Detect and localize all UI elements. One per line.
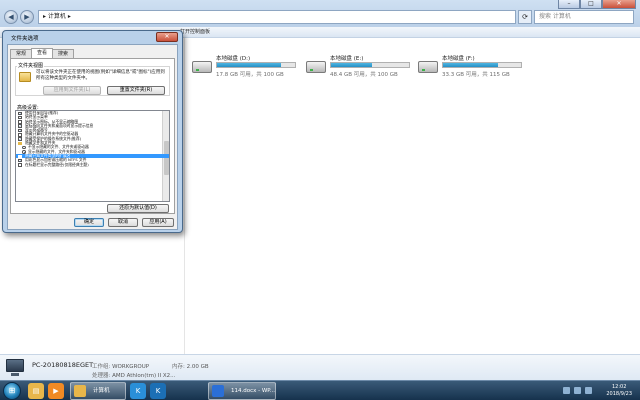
back-button[interactable]: ◀: [4, 10, 18, 24]
volume-icon[interactable]: [574, 387, 581, 394]
close-button[interactable]: ✕: [602, 0, 636, 9]
ok-button[interactable]: 确定: [74, 218, 104, 227]
drive-name: 本地磁盘 (E:): [330, 56, 364, 62]
pinned-explorer-icon[interactable]: ▤: [28, 383, 44, 399]
computer-icon: [6, 359, 24, 376]
address-bar[interactable]: ▸ 计算机 ▸: [38, 10, 516, 24]
advanced-setting-label: 在标题栏显示完整路径(仅限经典主题): [25, 161, 89, 167]
dialog-tabs: 常规 查看 搜索: [10, 48, 75, 58]
flag-icon[interactable]: [585, 387, 592, 394]
memory-key: 内存:: [172, 364, 185, 370]
memory-info: 内存: 2.00 GB: [172, 362, 209, 370]
maximize-button[interactable]: □: [580, 0, 602, 9]
apply-to-folders-button[interactable]: 应用到文件夹(L): [43, 86, 101, 95]
advanced-settings-list[interactable]: ✓ 使用共享向导(推荐) 始终显示菜单 始终显示图标，从不显示缩略图 ✓ 鼠标指向文件夹和…: [15, 110, 170, 202]
minimize-button[interactable]: –: [558, 0, 580, 9]
drive-usage-bar: [330, 62, 410, 68]
clock[interactable]: 12:02 2018/9/23: [606, 384, 632, 398]
drive-space: 33.3 GB 可用，共 115 GB: [442, 72, 510, 78]
details-pane: PC-20180818EGET 工作组: WORKGROUP 内存: 2.00 …: [0, 354, 640, 380]
reset-folders-button[interactable]: 重置文件夹(R): [107, 86, 165, 95]
taskbar-item-label: 114.docx - WP...: [231, 388, 276, 394]
drive-name: 本地磁盘 (F:): [442, 56, 475, 62]
checkbox[interactable]: [18, 163, 22, 167]
drive-space: 17.8 GB 可用，共 100 GB: [216, 72, 284, 78]
folder-views-title: 文件夹视图: [17, 62, 45, 69]
taskbar-item-wps[interactable]: 114.docx - WP...: [208, 382, 276, 400]
restore-defaults-button[interactable]: 还原为默认值(D): [107, 204, 169, 213]
taskbar: ⊞ ▤ ▶ K K 计算机 114.docx - WP... 12:02 2018/9…: [0, 380, 640, 400]
window-controls: – □ ✕: [558, 0, 636, 9]
folder-icon: [74, 385, 86, 397]
system-tray: [563, 387, 592, 394]
tab-search[interactable]: 搜索: [52, 49, 75, 58]
tab-general[interactable]: 常规: [10, 49, 33, 58]
dialog-title: 文件夹选项: [11, 36, 39, 42]
cpu-info: 处理器: AMD Athlon(tm) II X2...: [92, 371, 175, 379]
drive-f[interactable]: 本地磁盘 (F:) 33.3 GB 可用，共 115 GB: [416, 52, 531, 86]
drive-space: 48.4 GB 可用，共 100 GB: [330, 72, 398, 78]
pinned-kugou-icon[interactable]: K: [130, 383, 146, 399]
clock-date: 2018/9/23: [606, 391, 632, 397]
taskbar-item-label: 计算机: [93, 388, 110, 394]
cpu-key: 处理器:: [92, 373, 111, 379]
open-control-panel-button[interactable]: 打开控制面板: [180, 29, 210, 35]
dialog-body: 常规 查看 搜索 文件夹视图 可以将该文件夹正在使用的视图(例如"详细信息"或"…: [7, 44, 178, 230]
drive-e[interactable]: 本地磁盘 (E:) 48.4 GB 可用，共 100 GB: [304, 52, 419, 86]
drive-name: 本地磁盘 (D:): [216, 56, 251, 62]
clock-time: 12:02: [611, 384, 627, 390]
folder-options-dialog: 文件夹选项 ✕ 常规 查看 搜索 文件夹视图 可以将该文件夹正在使用的视图(例如…: [2, 30, 183, 233]
pinned-kugou-2-icon[interactable]: K: [150, 383, 166, 399]
cancel-button[interactable]: 取消: [108, 218, 138, 227]
workgroup-info: 工作组: WORKGROUP: [92, 362, 149, 370]
drive-usage-bar: [442, 62, 522, 68]
folder-icon: [19, 72, 31, 82]
hard-drive-icon: [306, 61, 326, 73]
dialog-close-button[interactable]: ✕: [156, 32, 178, 42]
workgroup-value: WORKGROUP: [112, 364, 150, 370]
document-icon: [212, 385, 224, 397]
view-tab-panel: 文件夹视图 可以将该文件夹正在使用的视图(例如"详细信息"或"图标")应用到所有…: [10, 58, 175, 214]
folder-views-description: 可以将该文件夹正在使用的视图(例如"详细信息"或"图标")应用到所有这种类型的文…: [36, 70, 165, 81]
cpu-value: AMD Athlon(tm) II X2...: [112, 373, 176, 379]
start-button[interactable]: ⊞: [3, 382, 21, 400]
workgroup-key: 工作组:: [92, 364, 111, 370]
hard-drive-icon: [192, 61, 212, 73]
refresh-button[interactable]: ⟳: [518, 10, 532, 24]
apply-button[interactable]: 应用(A): [142, 218, 174, 227]
advanced-setting-item[interactable]: 在标题栏显示完整路径(仅限经典主题): [16, 161, 169, 167]
drive-usage-bar: [216, 62, 296, 68]
computer-name: PC-20180818EGET: [32, 361, 94, 369]
drive-d[interactable]: 本地磁盘 (D:) 17.8 GB 可用，共 100 GB: [190, 52, 305, 86]
pinned-media-player-icon[interactable]: ▶: [48, 383, 64, 399]
forward-button[interactable]: ▶: [20, 10, 34, 24]
network-icon[interactable]: [563, 387, 570, 394]
search-input[interactable]: 搜索 计算机: [534, 10, 634, 24]
tab-view[interactable]: 查看: [31, 48, 54, 58]
folder-icon: [18, 141, 22, 145]
memory-value: 2.00 GB: [186, 364, 209, 370]
hard-drive-icon: [418, 61, 438, 73]
taskbar-item-computer[interactable]: 计算机: [70, 382, 126, 400]
